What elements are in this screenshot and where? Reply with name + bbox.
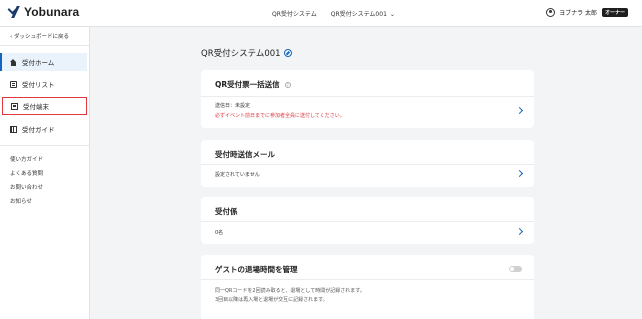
- chevron-right-icon[interactable]: [515, 106, 524, 115]
- bulk-send-card[interactable]: QR受付票一括送信 ? 送信日：未設定 必ずイベント前日までに参加者全員に送付し…: [201, 70, 534, 128]
- card-title: QR受付票一括送信 ?: [215, 79, 291, 90]
- card-divider: [201, 221, 534, 222]
- page-title: QR受付システム001: [201, 47, 292, 59]
- card-divider: [201, 96, 534, 97]
- sidebar-item-label: 受付ホーム: [22, 59, 55, 67]
- card-title: 受付係: [215, 207, 238, 216]
- sidebar-divider: [0, 45, 90, 46]
- user-menu[interactable]: ヨブナラ 太郎 オーナー: [546, 8, 628, 17]
- card-divider: [201, 164, 534, 165]
- sidebar-item-terminal[interactable]: 受付端末: [2, 97, 87, 115]
- user-icon: [546, 8, 556, 17]
- staff-count: 0名: [215, 230, 224, 236]
- reception-staff-card[interactable]: 受付係 0名: [201, 197, 534, 244]
- nav-system-link[interactable]: QR受付システム: [272, 9, 317, 18]
- guide-icon: [10, 125, 17, 133]
- top-header: Yobunara QR受付システム QR受付システム001 ⌄ ヨブナラ 太郎 オ…: [0, 0, 642, 27]
- link-news[interactable]: お知らせ: [10, 197, 32, 205]
- card-title: 受付時送信メール: [215, 150, 275, 159]
- page-title-text: QR受付システム001: [201, 49, 281, 59]
- card-divider: [201, 279, 534, 280]
- link-contact[interactable]: お問い合わせ: [10, 183, 43, 191]
- current-system-dropdown[interactable]: QR受付システム001 ⌄: [331, 9, 395, 18]
- send-warning: 必ずイベント前日までに参加者全員に送付してください。: [215, 113, 345, 119]
- exit-time-card: ゲストの退場時間を管理 同一QRコードを2回読み取ると、退場として時間が記録され…: [201, 255, 534, 319]
- sidebar-item-label: 受付リスト: [22, 81, 55, 89]
- send-date-status: 送信日：未設定: [215, 103, 251, 109]
- exit-desc-line2: 3回目以降は再入場と退場が交互に記録されます。: [215, 297, 328, 303]
- current-system-label: QR受付システム001: [330, 11, 387, 18]
- link-faq[interactable]: よくある質問: [10, 169, 43, 177]
- card-title-text: QR受付票一括送信: [215, 80, 280, 89]
- sidebar-item-label: 受付端末: [23, 103, 49, 111]
- back-label: ダッシュボードに戻る: [13, 34, 69, 40]
- exit-time-toggle[interactable]: [509, 266, 522, 272]
- sidebar-item-home[interactable]: 受付ホーム: [0, 53, 87, 71]
- chevron-right-icon[interactable]: [515, 169, 524, 178]
- sidebar: ‹ ダッシュボードに戻る 受付ホーム 受付リスト 受付端末 受付ガイド 使い方ガ…: [0, 27, 90, 319]
- chevron-right-icon[interactable]: [515, 227, 524, 236]
- logo-mark-icon: [8, 5, 22, 19]
- header-nav: QR受付システム QR受付システム001 ⌄: [272, 9, 395, 18]
- edit-icon[interactable]: [283, 49, 292, 57]
- list-icon: [10, 80, 17, 88]
- app-logo[interactable]: Yobunara: [8, 5, 79, 19]
- sidebar-item-list[interactable]: 受付リスト: [2, 75, 87, 93]
- owner-badge: オーナー: [601, 8, 628, 17]
- user-name: ヨブナラ 太郎: [559, 10, 597, 17]
- link-usage-guide[interactable]: 使い方ガイド: [10, 155, 43, 163]
- help-icon[interactable]: ?: [284, 81, 291, 88]
- exit-desc-line1: 同一QRコードを2回読み取ると、退場として時間が記録されます。: [215, 288, 365, 294]
- chevron-down-icon: ⌄: [389, 11, 395, 18]
- home-icon: [10, 58, 17, 66]
- terminal-icon: [11, 102, 18, 110]
- back-to-dashboard-link[interactable]: ‹ ダッシュボードに戻る: [10, 32, 69, 40]
- logo-text: Yobunara: [24, 5, 80, 19]
- card-title: ゲストの退場時間を管理: [215, 265, 298, 274]
- sidebar-item-label: 受付ガイド: [22, 126, 55, 134]
- sidebar-divider: [0, 145, 90, 146]
- sidebar-item-guide[interactable]: 受付ガイド: [2, 120, 87, 138]
- reception-mail-card[interactable]: 受付時送信メール 設定されていません: [201, 140, 534, 187]
- mail-status: 設定されていません: [215, 172, 260, 178]
